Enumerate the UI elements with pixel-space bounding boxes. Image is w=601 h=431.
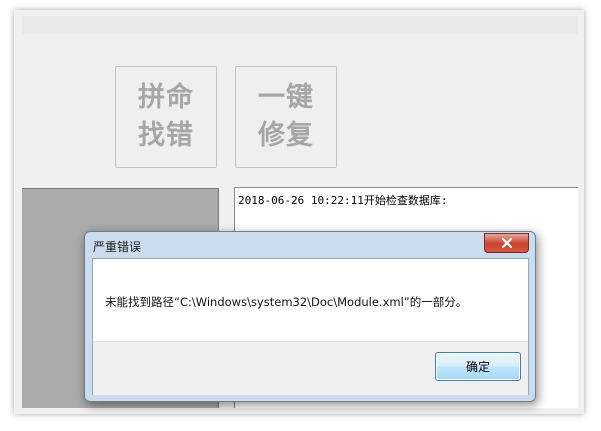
ok-button[interactable]: 确定 (435, 352, 521, 381)
dialog-body: 未能找到路径“C:\Windows\system32\Doc\Module.xm… (92, 258, 529, 395)
find-errors-button[interactable]: 拼命 找错 (115, 66, 217, 168)
close-icon (501, 238, 512, 248)
one-click-repair-button[interactable]: 一键 修复 (235, 66, 337, 168)
error-dialog: 严重错误 未能找到路径“C:\Windows\system32\Doc\Modu… (84, 231, 536, 402)
dialog-titlebar[interactable]: 严重错误 (85, 232, 535, 258)
repair-label-line1: 一键 (258, 82, 314, 113)
dialog-title: 严重错误 (93, 240, 142, 254)
repair-label-line2: 修复 (258, 120, 314, 151)
top-strip (22, 16, 578, 34)
dialog-footer: 确定 (93, 341, 528, 395)
find-errors-label-line1: 拼命 (138, 82, 194, 113)
find-errors-label-line2: 找错 (138, 120, 194, 151)
error-message: 未能找到路径“C:\Windows\system32\Doc\Module.xm… (105, 295, 468, 309)
log-line: 2018-06-26 10:22:11开始检查数据库: (238, 194, 448, 207)
dialog-close-button[interactable] (484, 233, 529, 253)
